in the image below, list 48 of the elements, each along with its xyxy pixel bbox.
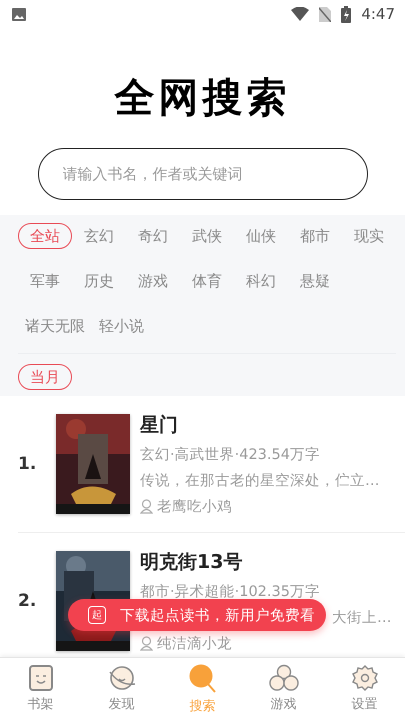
category-tab[interactable]: 现实 [342, 223, 396, 249]
search-icon [188, 664, 218, 694]
battery-charging-icon [341, 6, 352, 22]
app-logo-icon: 起 [88, 606, 106, 624]
category-tab[interactable]: 武侠 [180, 223, 234, 249]
category-tab[interactable]: 悬疑 [288, 268, 342, 294]
category-tab[interactable]: 都市 [288, 223, 342, 249]
nav-tab[interactable]: 游戏 [243, 658, 324, 720]
nav-tab[interactable]: 书架 [0, 658, 81, 720]
nav-tab[interactable]: 搜索 [162, 658, 243, 720]
rank-number: 2. [18, 591, 38, 611]
category-tab[interactable]: 科幻 [234, 268, 288, 294]
category-tab[interactable]: 轻小说 [92, 313, 151, 339]
rank-number: 1. [18, 454, 38, 474]
faces-icon [268, 664, 300, 692]
image-icon [12, 8, 26, 20]
category-tab[interactable]: 军事 [18, 268, 72, 294]
book-meta: 玄幻·高武世界·423.54万字 [140, 446, 321, 464]
wifi-icon [291, 7, 310, 21]
person-icon [140, 499, 153, 514]
book-description: 大街上… [332, 609, 392, 627]
banner-text: 下载起点读书，新用户免费看 [120, 606, 315, 624]
person-icon [140, 636, 153, 651]
category-tab[interactable]: 历史 [72, 268, 126, 294]
category-tab[interactable]: 诸天无限 [18, 313, 92, 339]
book-meta: 都市·异术超能·102.35万字 [140, 582, 321, 601]
book-description: 传说，在那古老的星空深处，伫立… [140, 472, 380, 490]
book-author: 老鹰吃小鸡 [157, 498, 232, 516]
settings-icon [350, 664, 378, 692]
period-tab[interactable]: 当月 [18, 364, 72, 390]
book-author: 纯洁滴小龙 [157, 634, 232, 653]
search-field[interactable]: 请输入书名，作者或关键词 [38, 148, 368, 200]
download-banner[interactable]: 起 下载起点读书，新用户免费看 [68, 599, 326, 631]
category-tab[interactable]: 奇幻 [126, 223, 180, 249]
category-tab[interactable]: 游戏 [126, 268, 180, 294]
no-sim-icon [319, 6, 332, 22]
nav-tab[interactable]: 设置 [324, 658, 405, 720]
category-tab[interactable]: 体育 [180, 268, 234, 294]
nav-tab[interactable]: 发现 [81, 658, 162, 720]
status-time: 4:47 [361, 5, 395, 23]
category-tab[interactable]: 玄幻 [72, 223, 126, 249]
category-tab[interactable]: 全站 [18, 223, 72, 249]
book-title[interactable]: 明克街13号 [140, 549, 402, 575]
planet-face-icon [106, 664, 136, 692]
book-face-icon [26, 664, 54, 692]
page-title: 全网搜索 [114, 74, 290, 122]
category-tab[interactable]: 仙侠 [234, 223, 288, 249]
book-title[interactable]: 星门 [140, 412, 402, 438]
